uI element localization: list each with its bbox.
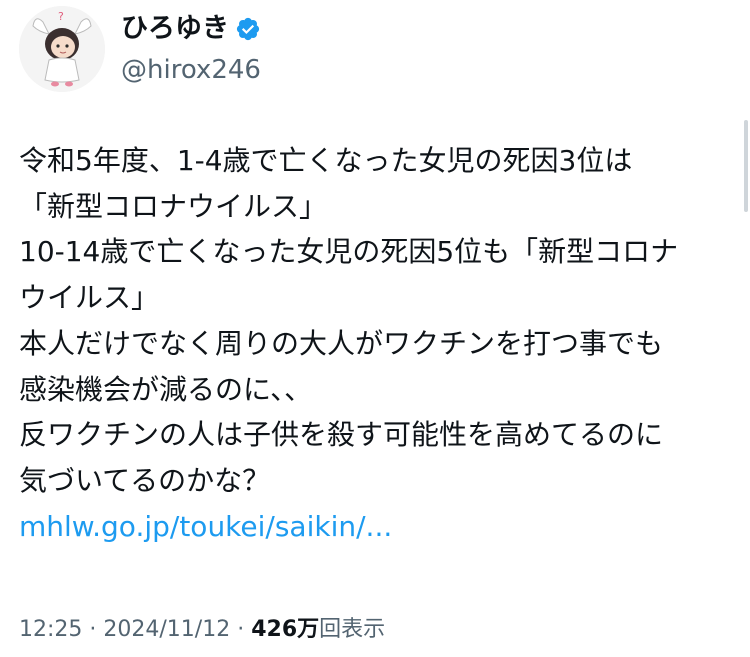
tweet-line: 反ワクチンの人は子供を殺す可能性を高めてるのに: [19, 418, 664, 452]
verified-badge-icon: [236, 17, 260, 41]
avatar-icon: ?: [19, 6, 105, 92]
tweet-line: 感染機会が減るのに、、: [19, 372, 313, 406]
tweet-card: ? ひろゆき @hirox246 令和5年度、1-4歳で亡くなった女児の死因3位…: [0, 0, 750, 657]
tweet-text: 令和5年度、1-4歳で亡くなった女児の死因3位は 「新型コロナウイルス」 10-…: [19, 138, 731, 549]
avatar[interactable]: ?: [19, 6, 105, 92]
tweet-meta: 12:25 · 2024/11/12 · 426万回表示: [19, 612, 385, 648]
tweet-link[interactable]: mhlw.go.jp/toukei/saikin/...: [19, 504, 731, 550]
tweet-line: ウイルス」: [19, 281, 160, 315]
tweet-date[interactable]: 2024/11/12: [103, 617, 230, 642]
scrollbar[interactable]: [744, 120, 748, 212]
tweet-line: 令和5年度、1-4歳で亡くなった女児の死因3位は: [19, 144, 633, 177]
name-row: ひろゆき: [121, 10, 261, 48]
author-info: ひろゆき @hirox246: [121, 10, 261, 88]
tweet-line: 「新型コロナウイルス」: [19, 189, 328, 223]
meta-separator: ·: [89, 617, 97, 642]
handle[interactable]: @hirox246: [121, 52, 261, 88]
views-count: 426万: [251, 617, 320, 642]
meta-separator: ·: [237, 617, 245, 642]
tweet-time[interactable]: 12:25: [19, 617, 82, 642]
tweet-line: 気づいてるのかな？: [19, 463, 271, 497]
views-label: 回表示: [319, 617, 386, 642]
tweet-line: 10-14歳で亡くなった女児の死因5位も「新型コロナ: [19, 235, 679, 269]
svg-text:?: ?: [58, 10, 64, 23]
tweet-line: 本人だけでなく周りの大人がワクチンを打つ事でも: [19, 326, 664, 360]
display-name[interactable]: ひろゆき: [121, 10, 229, 48]
